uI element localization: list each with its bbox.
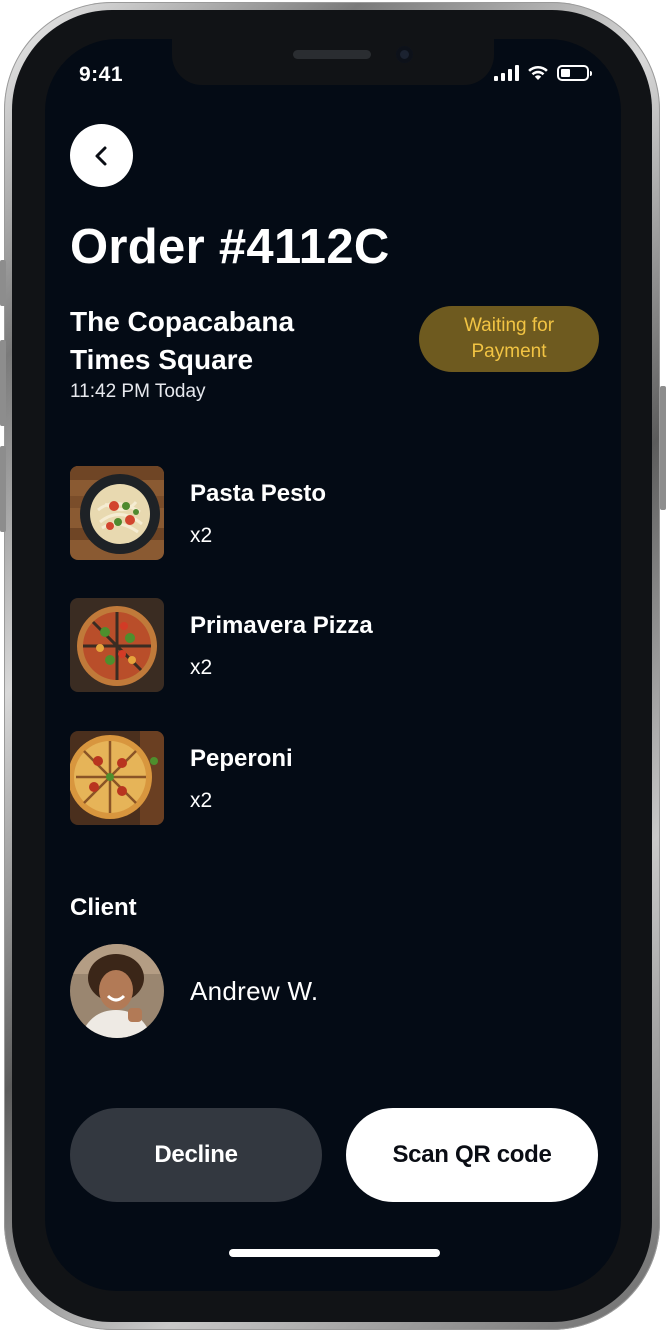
volume-up-button bbox=[0, 340, 6, 426]
status-icons bbox=[494, 65, 592, 81]
status-badge: Waiting for Payment bbox=[419, 306, 599, 372]
back-button[interactable] bbox=[70, 124, 133, 187]
client-section-label: Client bbox=[70, 894, 137, 921]
client-name: Andrew W. bbox=[190, 976, 319, 1006]
decline-button[interactable]: Decline bbox=[70, 1108, 322, 1202]
item-name: Peperoni bbox=[190, 745, 293, 772]
item-quantity: x2 bbox=[190, 524, 213, 547]
item-quantity: x2 bbox=[190, 789, 213, 812]
notch bbox=[172, 39, 494, 85]
status-badge-label: Waiting for Payment bbox=[463, 315, 555, 362]
scan-qr-button-label: Scan QR code bbox=[392, 1141, 552, 1168]
order-item: Peperoni x2 bbox=[70, 731, 550, 825]
scan-qr-button[interactable]: Scan QR code bbox=[346, 1108, 598, 1202]
pepperoni-pizza-photo bbox=[70, 731, 164, 825]
item-name: Primavera Pizza bbox=[190, 612, 373, 639]
order-item: Primavera Pizza x2 bbox=[70, 598, 550, 692]
power-button bbox=[660, 386, 666, 510]
screen: 9:41 Order #4112C The Copacabana Times S… bbox=[45, 39, 621, 1291]
item-quantity: x2 bbox=[190, 656, 213, 679]
item-name: Pasta Pesto bbox=[190, 480, 327, 507]
venue-name: The Copacabana Times Square bbox=[70, 306, 295, 375]
battery-icon bbox=[557, 65, 592, 81]
camera bbox=[396, 46, 413, 63]
pasta-photo bbox=[70, 466, 164, 560]
order-time: 11:42 PM Today bbox=[70, 381, 206, 402]
chevron-left-icon bbox=[95, 146, 106, 165]
mute-switch bbox=[0, 260, 6, 306]
pizza-photo bbox=[70, 598, 164, 692]
signal-icon bbox=[494, 65, 519, 81]
home-indicator[interactable] bbox=[229, 1249, 440, 1257]
volume-down-button bbox=[0, 446, 6, 532]
speaker bbox=[293, 50, 371, 59]
client-avatar-photo bbox=[70, 944, 164, 1038]
page-title: Order #4112C bbox=[70, 220, 390, 274]
wifi-icon bbox=[528, 65, 548, 80]
status-time: 9:41 bbox=[79, 63, 124, 86]
order-item: Pasta Pesto x2 bbox=[70, 466, 550, 560]
decline-button-label: Decline bbox=[154, 1141, 238, 1168]
